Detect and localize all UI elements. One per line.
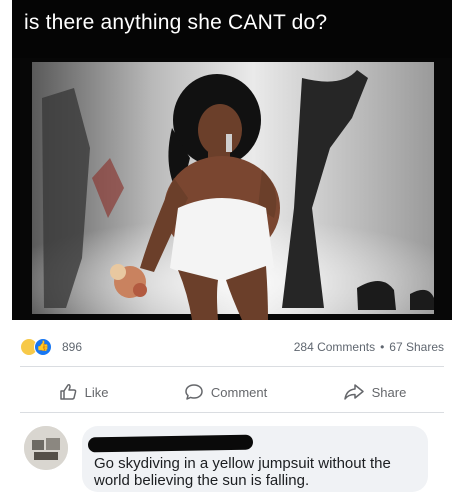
engagement-stats: 284 Comments • 67 Shares: [294, 340, 444, 354]
post-photo[interactable]: [12, 58, 452, 320]
action-bar: Like Comment Share: [20, 374, 444, 410]
shares-count[interactable]: 67 Shares: [389, 340, 444, 354]
comment-icon: [185, 384, 203, 400]
stats-separator: •: [380, 340, 385, 354]
share-arrow-icon: [343, 384, 364, 400]
reaction-icons: 👍: [20, 337, 58, 357]
comments-count[interactable]: 284 Comments: [294, 340, 375, 354]
comment-bubble: Go skydiving in a yellow jumpsuit withou…: [82, 426, 428, 492]
performance-photo: [32, 62, 434, 320]
reaction-count-group[interactable]: 👍 896: [20, 337, 82, 357]
like-button[interactable]: Like: [58, 382, 109, 402]
share-button[interactable]: Share: [343, 382, 407, 402]
reactions-summary: 👍 896 284 Comments • 67 Shares: [20, 336, 444, 358]
comment-button[interactable]: Comment: [184, 382, 267, 402]
divider-bottom: [20, 412, 444, 413]
divider-top: [20, 366, 444, 367]
reaction-count: 896: [62, 340, 83, 354]
like-label: Like: [84, 384, 109, 400]
post-caption-bar: is there anything she CANT do?: [12, 0, 452, 58]
post-caption: is there anything she CANT do?: [24, 11, 328, 34]
comment-label: Comment: [210, 384, 268, 400]
comment: Go skydiving in a yellow jumpsuit withou…: [20, 420, 444, 494]
avatar-image: [24, 426, 68, 470]
like-icon: 👍: [34, 338, 52, 356]
comment-text: Go skydiving in a yellow jumpsuit withou…: [94, 455, 391, 489]
avatar[interactable]: [24, 426, 68, 470]
redacted-commenter-name: [87, 434, 254, 453]
share-label: Share: [371, 384, 407, 400]
thumbs-up-icon: [59, 384, 77, 400]
